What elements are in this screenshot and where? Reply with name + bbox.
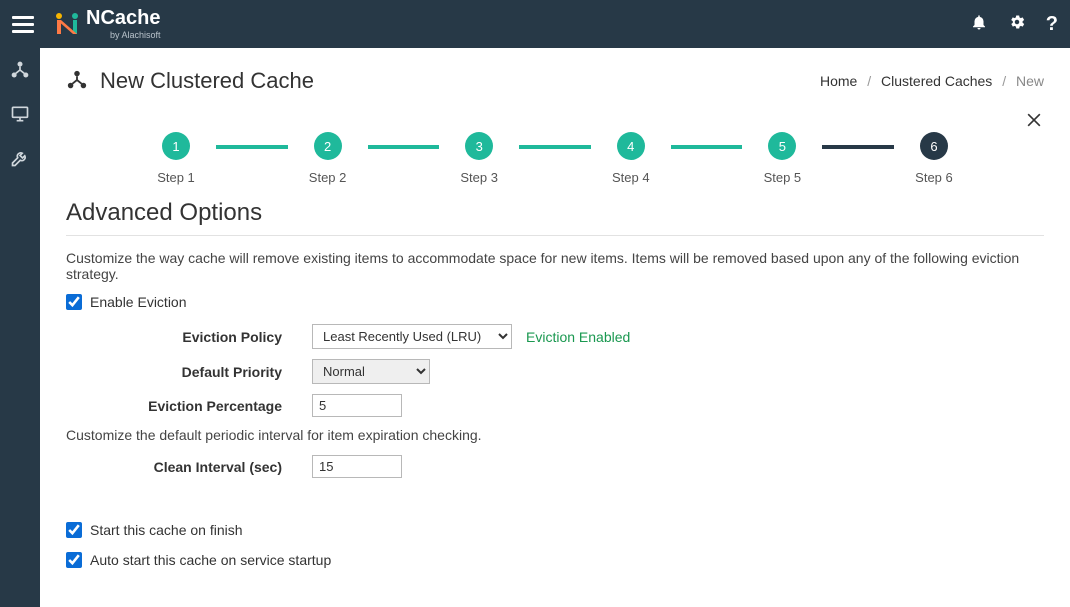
page-title: New Clustered Cache	[100, 68, 314, 94]
sidebar-cluster-icon[interactable]	[10, 60, 30, 80]
menu-toggle-button[interactable]	[12, 13, 34, 35]
eviction-policy-select[interactable]: Least Recently Used (LRU)	[312, 324, 512, 349]
step-1[interactable]: 1 Step 1	[136, 132, 216, 185]
cluster-icon	[66, 69, 88, 94]
auto-start-row: Auto start this cache on service startup	[66, 552, 1044, 568]
eviction-status: Eviction Enabled	[526, 329, 630, 345]
main: New Clustered Cache Home / Clustered Cac…	[40, 48, 1070, 607]
topbar: NCache by Alachisoft ?	[0, 0, 1070, 48]
section-heading: Advanced Options	[66, 199, 1044, 227]
breadcrumb-clustered-caches[interactable]: Clustered Caches	[881, 73, 992, 89]
auto-start-label: Auto start this cache on service startup	[90, 552, 331, 568]
breadcrumb-home[interactable]: Home	[820, 73, 857, 89]
section-description: Customize the way cache will remove exis…	[66, 250, 1044, 282]
step-2[interactable]: 2 Step 2	[288, 132, 368, 185]
bell-icon[interactable]	[970, 13, 988, 36]
enable-eviction-label: Enable Eviction	[90, 294, 187, 310]
eviction-policy-label: Eviction Policy	[66, 329, 312, 345]
clean-interval-description: Customize the default periodic interval …	[66, 427, 1044, 443]
eviction-percentage-label: Eviction Percentage	[66, 398, 312, 414]
default-priority-label: Default Priority	[66, 364, 312, 380]
step-6[interactable]: 6 Step 6	[894, 132, 974, 185]
enable-eviction-checkbox[interactable]	[66, 294, 82, 310]
step-4[interactable]: 4 Step 4	[591, 132, 671, 185]
step-5[interactable]: 5 Step 5	[742, 132, 822, 185]
close-icon[interactable]	[1024, 110, 1044, 136]
auto-start-checkbox[interactable]	[66, 552, 82, 568]
eviction-policy-row: Eviction Policy Least Recently Used (LRU…	[66, 324, 1044, 349]
brand-subtitle: by Alachisoft	[86, 30, 160, 40]
step-3[interactable]: 3 Step 3	[439, 132, 519, 185]
breadcrumb-current: New	[1016, 73, 1044, 89]
start-on-finish-row: Start this cache on finish	[66, 522, 1044, 538]
help-icon[interactable]: ?	[1046, 13, 1058, 36]
stepper: 1 Step 1 2 Step 2 3 Step 3 4 Step 4	[136, 132, 974, 185]
wizard-footer: Cancel Previous Finish	[66, 590, 1044, 607]
breadcrumb: Home / Clustered Caches / New	[820, 73, 1044, 89]
clean-interval-input[interactable]	[312, 455, 402, 478]
default-priority-select[interactable]: Normal	[312, 359, 430, 384]
clean-interval-label: Clean Interval (sec)	[66, 459, 312, 475]
logo-icon	[54, 12, 80, 36]
start-on-finish-checkbox[interactable]	[66, 522, 82, 538]
clean-interval-row: Clean Interval (sec)	[66, 455, 1044, 478]
sidebar-monitor-icon[interactable]	[10, 104, 30, 124]
eviction-percentage-input[interactable]	[312, 394, 402, 417]
enable-eviction-row: Enable Eviction	[66, 294, 1044, 310]
brand-logo: NCache by Alachisoft	[54, 8, 160, 40]
brand-name: NCache	[86, 8, 160, 28]
topbar-actions: ?	[970, 13, 1058, 36]
default-priority-row: Default Priority Normal	[66, 359, 1044, 384]
sidebar	[0, 48, 40, 607]
sidebar-tools-icon[interactable]	[10, 148, 30, 168]
start-on-finish-label: Start this cache on finish	[90, 522, 243, 538]
page-header: New Clustered Cache Home / Clustered Cac…	[40, 48, 1070, 104]
eviction-percentage-row: Eviction Percentage	[66, 394, 1044, 417]
wizard-content: 1 Step 1 2 Step 2 3 Step 3 4 Step 4	[40, 104, 1070, 607]
gear-icon[interactable]	[1008, 13, 1026, 36]
